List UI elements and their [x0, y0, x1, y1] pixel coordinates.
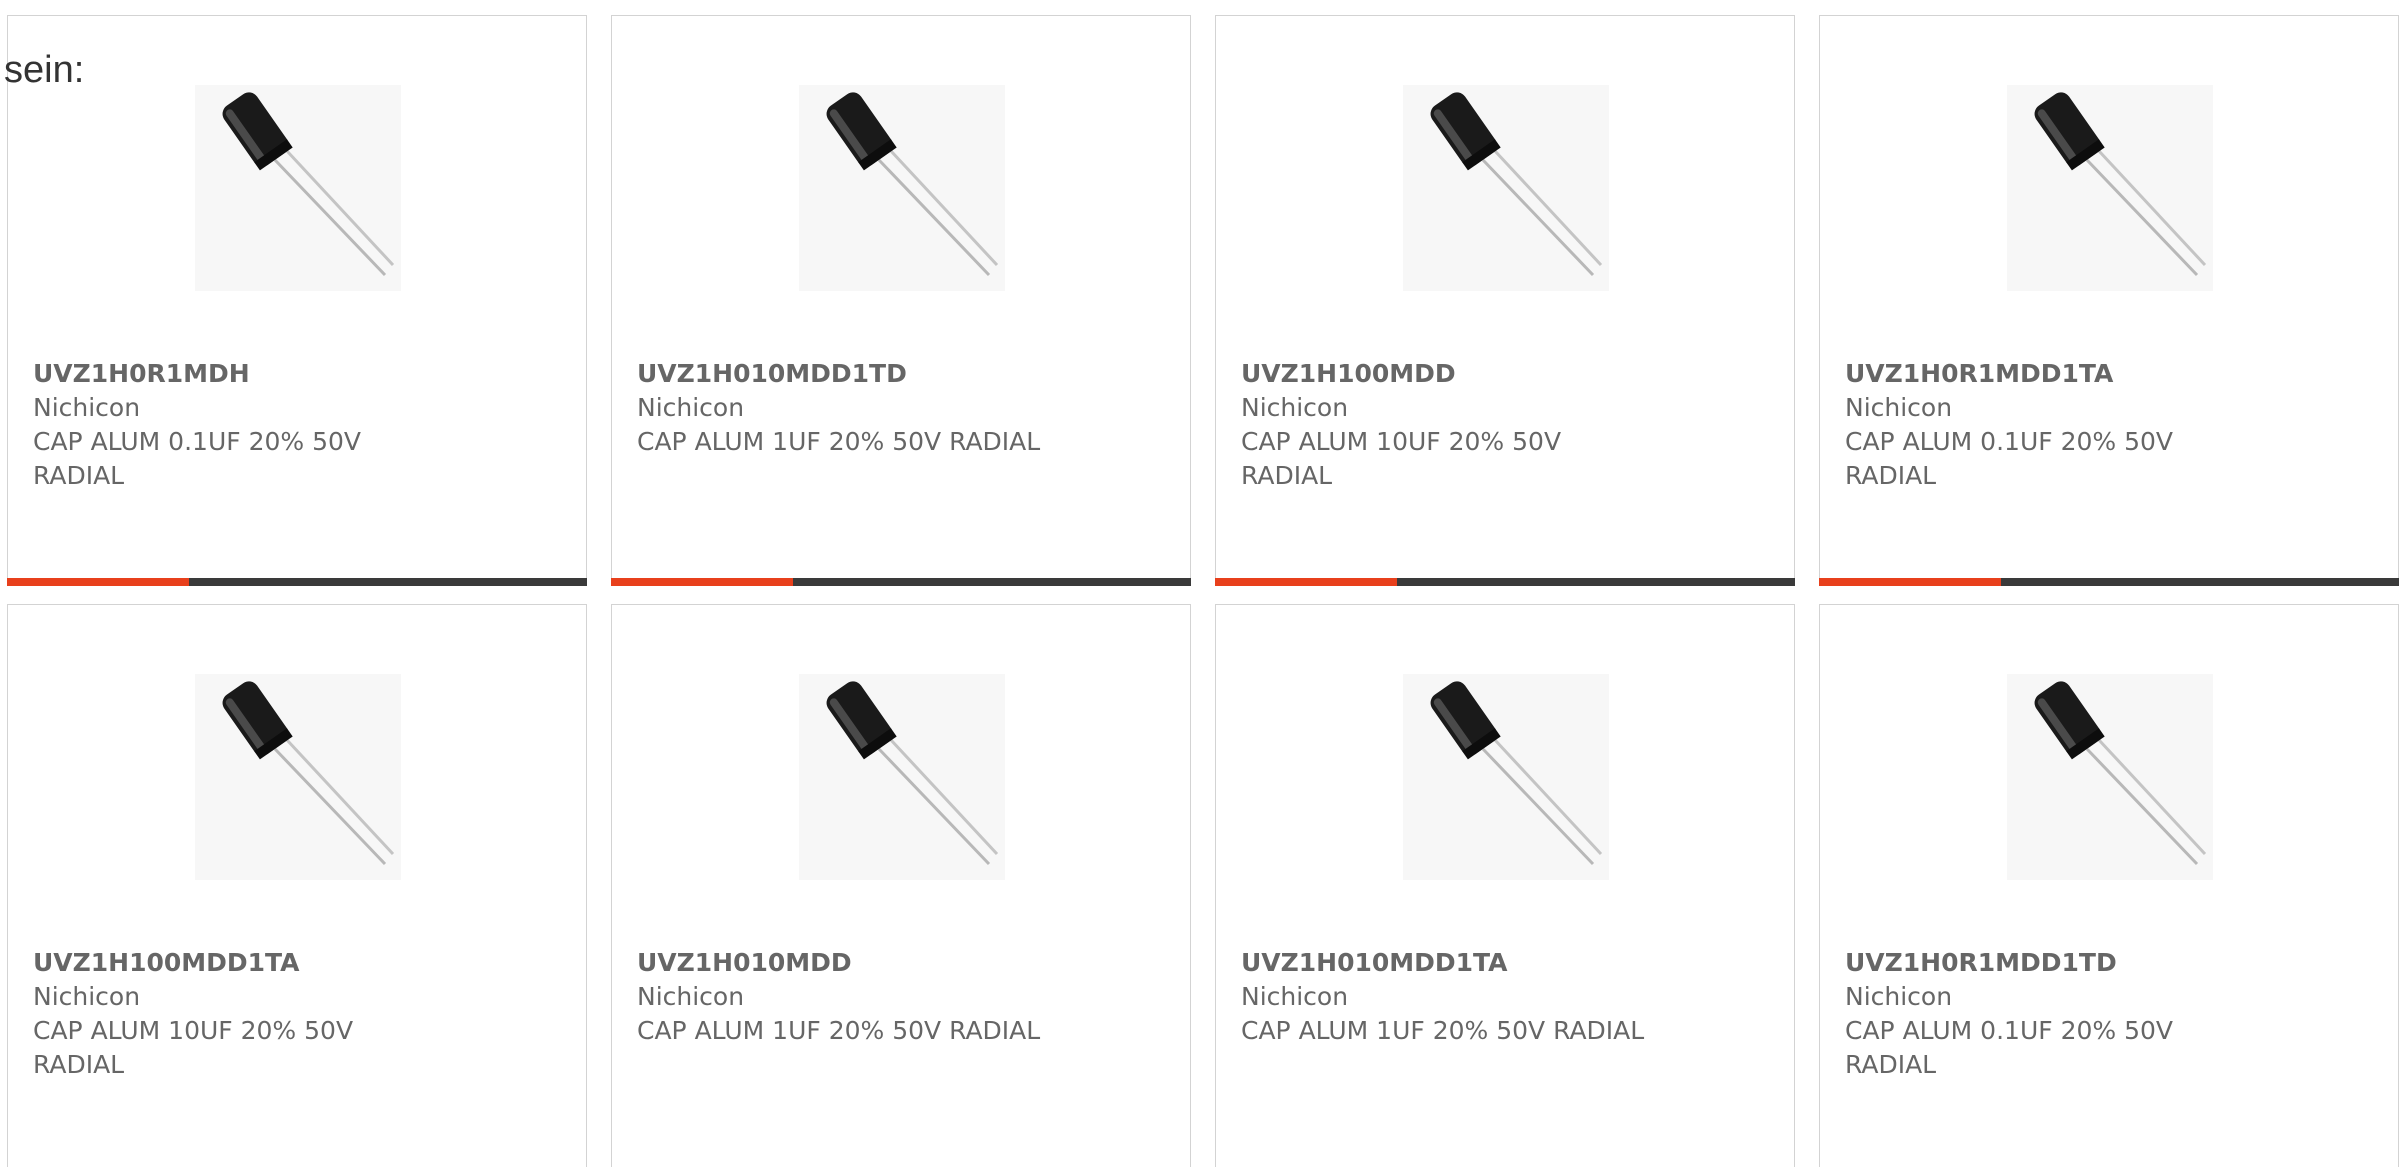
product-grid: UVZ1H0R1MDH Nichicon CAP ALUM 0.1UF 20% … [7, 15, 2400, 1167]
manufacturer: Nichicon [637, 982, 745, 1011]
part-number[interactable]: UVZ1H010MDD1TA [1241, 946, 1771, 980]
capacitor-icon [826, 681, 999, 866]
capacitor-image[interactable] [1403, 674, 1609, 880]
part-number[interactable]: UVZ1H100MDD1TA [33, 946, 563, 980]
capacitor-icon [222, 681, 395, 866]
capacitor-icon [2034, 92, 2207, 277]
product-description: CAP ALUM 0.1UF 20% 50V RADIAL [33, 427, 361, 490]
manufacturer: Nichicon [33, 393, 141, 422]
product-info: UVZ1H0R1MDD1TD Nichicon CAP ALUM 0.1UF 2… [1845, 946, 2375, 1082]
part-number[interactable]: UVZ1H0R1MDD1TA [1845, 357, 2375, 391]
product-info: UVZ1H010MDD1TD Nichicon CAP ALUM 1UF 20%… [637, 357, 1167, 459]
product-card[interactable]: UVZ1H0R1MDH Nichicon CAP ALUM 0.1UF 20% … [7, 15, 587, 586]
capacitor-image[interactable] [195, 85, 401, 291]
product-info: UVZ1H0R1MDD1TA Nichicon CAP ALUM 0.1UF 2… [1845, 357, 2375, 493]
page: sein: UVZ1H0R1MDH Nichicon CAP ALUM 0.1U [0, 0, 2400, 1167]
manufacturer: Nichicon [1845, 393, 1953, 422]
product-description: CAP ALUM 1UF 20% 50V RADIAL [1241, 1016, 1645, 1045]
product-info: UVZ1H010MDD1TA Nichicon CAP ALUM 1UF 20%… [1241, 946, 1771, 1048]
card-bar-accent [611, 578, 793, 586]
capacitor-image[interactable] [799, 674, 1005, 880]
capacitor-image[interactable] [1403, 85, 1609, 291]
part-number[interactable]: UVZ1H010MDD [637, 946, 1167, 980]
capacitor-image[interactable] [799, 85, 1005, 291]
manufacturer: Nichicon [1241, 982, 1349, 1011]
card-bar [7, 578, 587, 586]
card-bar-accent [1215, 578, 1397, 586]
card-bar-accent [7, 578, 189, 586]
part-number[interactable]: UVZ1H010MDD1TD [637, 357, 1167, 391]
manufacturer: Nichicon [33, 982, 141, 1011]
product-info: UVZ1H0R1MDH Nichicon CAP ALUM 0.1UF 20% … [33, 357, 563, 493]
product-info: UVZ1H100MDD Nichicon CAP ALUM 10UF 20% 5… [1241, 357, 1771, 493]
product-description: CAP ALUM 1UF 20% 50V RADIAL [637, 427, 1041, 456]
capacitor-image[interactable] [195, 674, 401, 880]
card-bar [1819, 578, 2399, 586]
card-bar [1215, 578, 1795, 586]
product-info: UVZ1H010MDD Nichicon CAP ALUM 1UF 20% 50… [637, 946, 1167, 1048]
intro-text: sein: [4, 49, 85, 91]
capacitor-icon [1430, 681, 1603, 866]
product-card[interactable]: UVZ1H0R1MDD1TD Nichicon CAP ALUM 0.1UF 2… [1819, 604, 2399, 1167]
product-info: UVZ1H100MDD1TA Nichicon CAP ALUM 10UF 20… [33, 946, 563, 1082]
manufacturer: Nichicon [1845, 982, 1953, 1011]
manufacturer: Nichicon [1241, 393, 1349, 422]
product-card[interactable]: UVZ1H010MDD1TA Nichicon CAP ALUM 1UF 20%… [1215, 604, 1795, 1167]
part-number[interactable]: UVZ1H100MDD [1241, 357, 1771, 391]
capacitor-icon [222, 92, 395, 277]
product-description: CAP ALUM 0.1UF 20% 50V RADIAL [1845, 1016, 2173, 1079]
product-description: CAP ALUM 10UF 20% 50V RADIAL [33, 1016, 354, 1079]
capacitor-icon [826, 92, 999, 277]
product-description: CAP ALUM 0.1UF 20% 50V RADIAL [1845, 427, 2173, 490]
capacitor-icon [1430, 92, 1603, 277]
card-bar-accent [1819, 578, 2001, 586]
product-card[interactable]: UVZ1H010MDD Nichicon CAP ALUM 1UF 20% 50… [611, 604, 1191, 1167]
product-card[interactable]: UVZ1H100MDD1TA Nichicon CAP ALUM 10UF 20… [7, 604, 587, 1167]
card-bar [611, 578, 1191, 586]
capacitor-icon [2034, 681, 2207, 866]
manufacturer: Nichicon [637, 393, 745, 422]
part-number[interactable]: UVZ1H0R1MDD1TD [1845, 946, 2375, 980]
product-description: CAP ALUM 1UF 20% 50V RADIAL [637, 1016, 1041, 1045]
product-card[interactable]: UVZ1H100MDD Nichicon CAP ALUM 10UF 20% 5… [1215, 15, 1795, 586]
product-description: CAP ALUM 10UF 20% 50V RADIAL [1241, 427, 1562, 490]
product-card[interactable]: UVZ1H0R1MDD1TA Nichicon CAP ALUM 0.1UF 2… [1819, 15, 2399, 586]
part-number[interactable]: UVZ1H0R1MDH [33, 357, 563, 391]
capacitor-image[interactable] [2007, 674, 2213, 880]
product-card[interactable]: UVZ1H010MDD1TD Nichicon CAP ALUM 1UF 20%… [611, 15, 1191, 586]
capacitor-image[interactable] [2007, 85, 2213, 291]
